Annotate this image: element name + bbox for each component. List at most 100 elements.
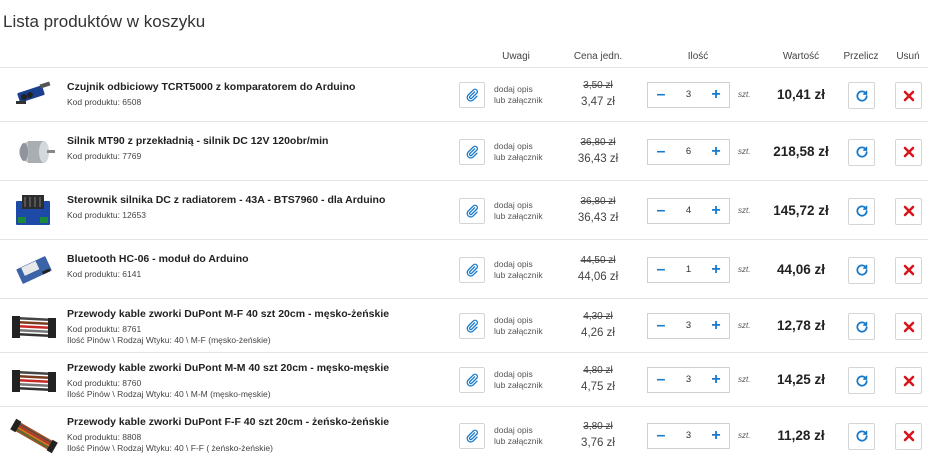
cart-row: Silnik MT90 z przekładnią - silnik DC 12…	[0, 121, 928, 180]
add-note-label[interactable]: dodaj opis lub załącznik	[494, 84, 543, 106]
line-total: 11,28 zł	[777, 427, 825, 443]
quantity-input[interactable]: 3	[674, 314, 703, 338]
unit-price: 4,75 zł	[581, 381, 615, 393]
recalc-button[interactable]	[848, 367, 875, 394]
remove-item-button[interactable]	[895, 367, 922, 394]
increase-quantity-button[interactable]: +	[703, 258, 729, 282]
line-total: 218,58 zł	[773, 143, 829, 159]
product-name-link[interactable]: Przewody kable zworki DuPont M-M 40 szt …	[67, 362, 389, 374]
recalc-button[interactable]	[848, 138, 875, 166]
close-icon	[903, 264, 915, 276]
increase-quantity-button[interactable]: +	[703, 314, 729, 338]
remove-item-button[interactable]	[895, 138, 922, 166]
add-note-label[interactable]: dodaj opis lub załącznik	[494, 425, 543, 447]
remove-item-button[interactable]	[895, 82, 922, 109]
increase-quantity-button[interactable]: +	[703, 368, 729, 392]
header-unit-price: Cena jedn.	[573, 51, 623, 62]
product-code: Kod produktu: 8760	[67, 378, 142, 388]
recalc-button[interactable]	[848, 256, 875, 284]
minus-icon: –	[656, 371, 666, 388]
product-name-link[interactable]: Bluetooth HC-06 - moduł do Arduino	[67, 253, 249, 265]
add-note-label[interactable]: dodaj opis lub załącznik	[494, 259, 543, 281]
quantity-input[interactable]: 3	[674, 424, 703, 448]
attach-note-button[interactable]	[459, 422, 485, 449]
unit-label: szt.	[738, 264, 751, 274]
attach-note-button[interactable]	[459, 367, 485, 393]
product-name-link[interactable]: Przewody kable zworki DuPont M-F 40 szt …	[67, 308, 389, 320]
quantity-input[interactable]: 3	[674, 368, 703, 392]
add-note-line1: dodaj opis	[494, 315, 533, 325]
product-thumbnail-bluetooth-module-icon[interactable]	[10, 250, 58, 290]
paperclip-icon	[465, 319, 479, 333]
add-note-label[interactable]: dodaj opis lub załącznik	[494, 315, 543, 337]
attach-note-button[interactable]	[459, 82, 485, 108]
add-note-label[interactable]: dodaj opis lub załącznik	[494, 200, 543, 222]
add-note-line1: dodaj opis	[494, 258, 533, 269]
product-thumbnail-jumper-wires-icon[interactable]	[10, 306, 58, 346]
quantity-stepper: – 3 +	[647, 313, 730, 339]
remove-item-button[interactable]	[895, 197, 922, 225]
decrease-quantity-button[interactable]: –	[648, 199, 674, 223]
decrease-quantity-button[interactable]: –	[648, 314, 674, 338]
minus-icon: –	[656, 86, 666, 103]
paperclip-icon	[465, 204, 479, 218]
recalc-button[interactable]	[848, 313, 875, 340]
old-price: 4,80 zł	[583, 365, 613, 376]
plus-icon: +	[711, 317, 721, 334]
quantity-stepper: – 4 +	[647, 197, 730, 224]
increase-quantity-button[interactable]: +	[703, 140, 729, 164]
close-icon	[903, 375, 915, 387]
product-thumbnail-dc-motor-icon[interactable]	[10, 132, 58, 172]
decrease-quantity-button[interactable]: –	[648, 424, 674, 448]
quantity-stepper: – 3 +	[647, 422, 730, 449]
add-note-label[interactable]: dodaj opis lub załącznik	[494, 141, 543, 163]
remove-item-button[interactable]	[895, 422, 922, 450]
attach-note-button[interactable]	[459, 138, 485, 165]
product-name-link[interactable]: Przewody kable zworki DuPont F-F 40 szt …	[67, 416, 389, 428]
product-thumbnail-ribbon-cable-icon[interactable]	[10, 416, 58, 456]
refresh-icon	[855, 145, 869, 159]
add-note-line2: lub załącznik	[494, 151, 543, 162]
attach-note-button[interactable]	[459, 256, 485, 283]
decrease-quantity-button[interactable]: –	[648, 368, 674, 392]
product-name-link[interactable]: Sterownik silnika DC z radiatorem - 43A …	[67, 194, 385, 206]
attach-note-button[interactable]	[459, 197, 485, 224]
add-note-line2: lub załącznik	[494, 435, 543, 446]
quantity-stepper: – 3 +	[647, 367, 730, 393]
increase-quantity-button[interactable]: +	[703, 83, 729, 107]
cart-row: Czujnik odbiciowy TCRT5000 z komparatore…	[0, 67, 928, 121]
cart-row: Przewody kable zworki DuPont M-M 40 szt …	[0, 352, 928, 406]
unit-label: szt.	[738, 375, 751, 384]
quantity-input[interactable]: 1	[674, 258, 703, 282]
product-code: Kod produktu: 8808	[67, 432, 142, 442]
increase-quantity-button[interactable]: +	[703, 199, 729, 223]
plus-icon: +	[711, 201, 721, 219]
line-total: 145,72 zł	[773, 202, 829, 218]
recalc-button[interactable]	[848, 82, 875, 109]
product-name-link[interactable]: Czujnik odbiciowy TCRT5000 z komparatore…	[67, 81, 355, 93]
attach-note-button[interactable]	[459, 313, 485, 339]
unit-label: szt.	[738, 321, 751, 330]
plus-icon: +	[711, 260, 721, 278]
product-thumbnail-sensor-module-icon[interactable]	[10, 75, 58, 115]
product-code: Kod produktu: 6141	[67, 269, 142, 279]
refresh-icon	[855, 263, 869, 277]
recalc-button[interactable]	[848, 422, 875, 450]
quantity-input[interactable]: 3	[674, 83, 703, 107]
quantity-input[interactable]: 4	[674, 199, 703, 223]
add-note-label[interactable]: dodaj opis lub załącznik	[494, 369, 543, 391]
product-thumbnail-motor-driver-icon[interactable]	[10, 191, 58, 231]
minus-icon: –	[656, 142, 666, 160]
product-name-link[interactable]: Silnik MT90 z przekładnią - silnik DC 12…	[67, 135, 328, 147]
decrease-quantity-button[interactable]: –	[648, 140, 674, 164]
remove-item-button[interactable]	[895, 256, 922, 284]
product-thumbnail-jumper-wires-icon[interactable]	[10, 360, 58, 400]
decrease-quantity-button[interactable]: –	[648, 258, 674, 282]
increase-quantity-button[interactable]: +	[703, 424, 729, 448]
recalc-button[interactable]	[848, 197, 875, 225]
add-note-line1: dodaj opis	[494, 369, 533, 379]
quantity-input[interactable]: 6	[674, 140, 703, 164]
header-value: Wartość	[782, 51, 820, 62]
decrease-quantity-button[interactable]: –	[648, 83, 674, 107]
remove-item-button[interactable]	[895, 313, 922, 340]
